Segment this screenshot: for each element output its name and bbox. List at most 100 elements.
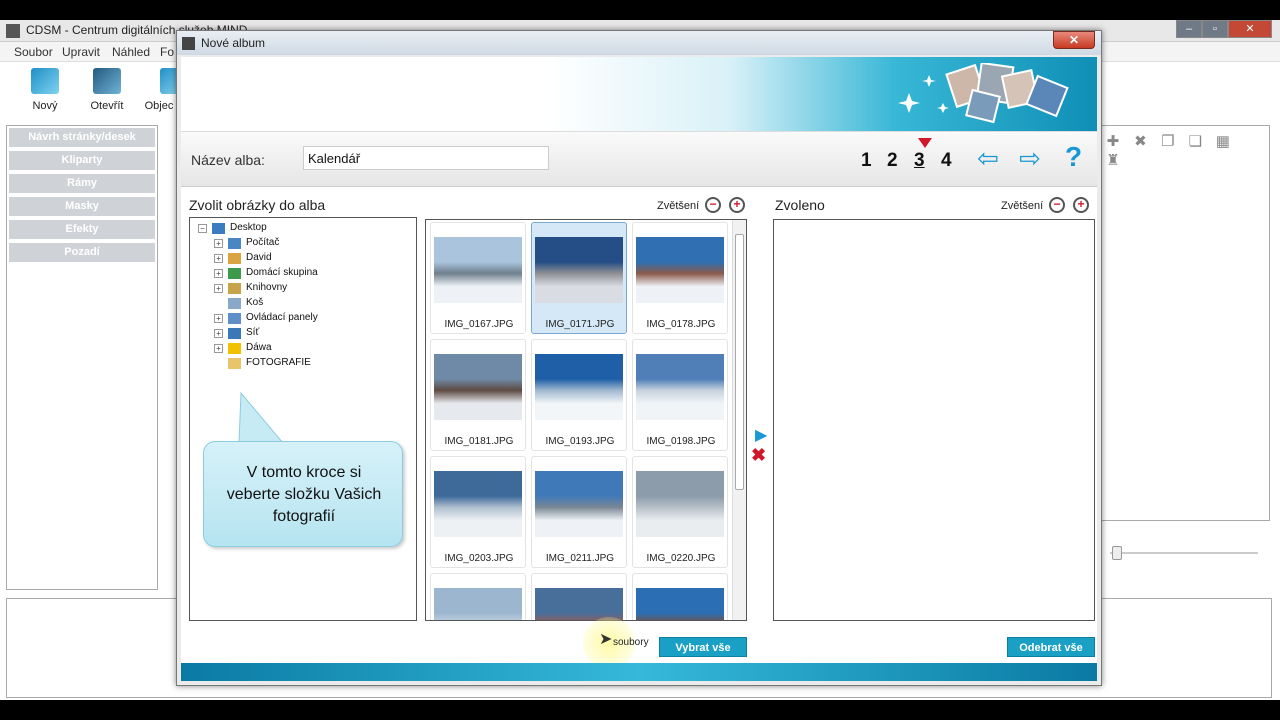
add-icon[interactable]: ✚ — [1104, 132, 1122, 150]
tree-expander-6[interactable]: + — [214, 314, 223, 323]
photo-thumbnail[interactable] — [632, 573, 728, 620]
open-folder-icon — [93, 68, 121, 94]
tree-expander-8[interactable]: + — [214, 344, 223, 353]
tree-item[interactable]: Počítač — [246, 237, 279, 248]
tree-expander-7[interactable]: + — [214, 329, 223, 338]
new-document-icon — [31, 68, 59, 94]
warning-icon — [228, 343, 241, 354]
right-zoom-label: Zvětšení — [1001, 200, 1044, 212]
menu-nahled[interactable]: Náhled — [112, 45, 150, 59]
tree-item[interactable]: Domácí skupina — [246, 267, 318, 278]
panel-item-frames[interactable]: Rámy — [9, 174, 155, 193]
remove-from-album-icon[interactable]: ✖ — [751, 445, 766, 466]
tree-item[interactable]: Desktop — [230, 222, 267, 233]
tree-item[interactable]: Síť — [246, 327, 259, 338]
menu-upravit[interactable]: Upravit — [62, 45, 100, 59]
photo-thumbnail[interactable] — [531, 573, 627, 620]
photo-thumbnail[interactable]: IMG_0211.JPG — [531, 456, 627, 568]
order-button[interactable]: Objec — [140, 68, 178, 112]
photo-thumbnail[interactable]: IMG_0203.JPG — [430, 456, 526, 568]
calendar-icon[interactable]: ▦ — [1214, 132, 1232, 150]
minimize-button[interactable]: – — [1176, 20, 1202, 38]
previous-step-arrow-icon[interactable]: ⇦ — [973, 144, 1003, 172]
panel-item-cliparts[interactable]: Kliparty — [9, 151, 155, 170]
photo-filename: IMG_0181.JPG — [444, 436, 514, 447]
callout-pointer — [238, 391, 284, 443]
left-zoom-label: Zvětšení — [657, 200, 700, 212]
paste-icon[interactable]: ❏ — [1186, 132, 1204, 150]
tree-expander-0[interactable]: − — [198, 224, 207, 233]
photo-thumbnail[interactable]: IMG_0220.JPG — [632, 456, 728, 568]
photo-filename: IMG_0211.JPG — [545, 553, 615, 564]
hint-line-3: fotografií — [272, 508, 336, 525]
photo-thumbnail[interactable]: IMG_0178.JPG — [632, 222, 728, 334]
tree-item[interactable]: Ovládací panely — [246, 312, 318, 323]
open-button[interactable]: Otevřít — [82, 68, 132, 112]
new-button[interactable]: Nový — [20, 68, 70, 112]
select-all-button[interactable]: Vybrat vše — [659, 637, 747, 657]
order-button-label: Objec — [144, 100, 174, 112]
photo-preview-image — [535, 237, 623, 303]
photo-thumbnail[interactable] — [430, 573, 526, 620]
album-name-input[interactable]: Kalendář — [303, 146, 549, 170]
photo-preview-image — [636, 237, 724, 303]
photo-preview-image — [636, 588, 724, 620]
selected-zoom-in-icon[interactable]: + — [1073, 197, 1089, 213]
scrollbar-thumb[interactable] — [735, 234, 744, 490]
control-panel-icon — [228, 313, 241, 324]
photo-thumbnail[interactable]: IMG_0181.JPG — [430, 339, 526, 451]
step-1[interactable]: 1 — [861, 150, 872, 172]
zoom-out-icon[interactable]: − — [705, 197, 721, 213]
tree-item[interactable]: FOTOGRAFIE — [246, 357, 311, 368]
help-button[interactable]: ? — [1065, 142, 1087, 172]
maximize-button[interactable]: ▫ — [1202, 20, 1228, 38]
dialog-close-button[interactable]: ✕ — [1053, 31, 1095, 49]
zoom-slider-track[interactable] — [1110, 552, 1258, 554]
copy-icon[interactable]: ❐ — [1159, 132, 1177, 150]
delete-icon[interactable]: ✖ — [1131, 132, 1149, 150]
photo-thumbnail[interactable]: IMG_0193.JPG — [531, 339, 627, 451]
dialog-title-bar: Nové album ✕ — [177, 31, 1101, 55]
tree-expander-2[interactable]: + — [214, 254, 223, 263]
menu-soubor[interactable]: Soubor — [14, 45, 53, 59]
mouse-cursor-icon: ➤ — [599, 631, 613, 648]
folder-tree: − Desktop + Počítač + David + Domácí skupina + Kn… — [189, 217, 417, 621]
step-4[interactable]: 4 — [941, 150, 952, 172]
folder-icon — [228, 358, 241, 369]
tree-item[interactable]: Knihovny — [246, 282, 287, 293]
tree-expander-1[interactable]: + — [214, 239, 223, 248]
tree-expander-4[interactable]: + — [214, 284, 223, 293]
stamp-icon[interactable]: ♜ — [1104, 151, 1122, 169]
photo-thumbnail[interactable]: IMG_0167.JPG — [430, 222, 526, 334]
current-step-marker-icon — [918, 138, 932, 148]
tree-expander-3[interactable]: + — [214, 269, 223, 278]
panel-item-masks[interactable]: Masky — [9, 197, 155, 216]
remove-all-button[interactable]: Odebrat vše — [1007, 637, 1095, 657]
app-logo-icon — [6, 24, 20, 38]
dialog-footer-bar — [181, 663, 1097, 681]
step-3[interactable]: 3 — [914, 150, 925, 172]
tree-item[interactable]: Dáwa — [246, 342, 272, 353]
add-to-album-arrow-icon[interactable]: ▶ — [755, 425, 767, 445]
new-album-dialog: Nové album ✕ Název alba: Kalendář 1 2 3 … — [176, 30, 1102, 686]
step-2[interactable]: 2 — [887, 150, 898, 172]
menu-format[interactable]: Fo — [160, 45, 174, 59]
panel-item-design[interactable]: Návrh stránky/desek — [9, 128, 155, 147]
zoom-slider-handle[interactable] — [1112, 546, 1122, 560]
tree-item[interactable]: Koš — [246, 297, 263, 308]
photo-preview-image — [636, 471, 724, 537]
right-panel — [1098, 125, 1270, 521]
photo-thumbnail[interactable]: IMG_0171.JPG — [531, 222, 627, 334]
panel-item-effects[interactable]: Efekty — [9, 220, 155, 239]
app-close-button[interactable]: ✕ — [1228, 20, 1272, 38]
zoom-in-icon[interactable]: + — [729, 197, 745, 213]
photo-thumbnail[interactable]: IMG_0198.JPG — [632, 339, 728, 451]
dialog-body: Název alba: Kalendář 1 2 3 4 ⇦ ⇨ ? Zvoli… — [181, 57, 1097, 681]
thumbnail-scrollbar[interactable] — [732, 220, 746, 620]
photo-preview-image — [535, 471, 623, 537]
selected-zoom-out-icon[interactable]: − — [1049, 197, 1065, 213]
next-step-arrow-icon[interactable]: ⇨ — [1015, 144, 1045, 172]
panel-item-backgrounds[interactable]: Pozadí — [9, 243, 155, 262]
tree-item[interactable]: David — [246, 252, 272, 263]
photo-filename: IMG_0178.JPG — [646, 319, 716, 330]
